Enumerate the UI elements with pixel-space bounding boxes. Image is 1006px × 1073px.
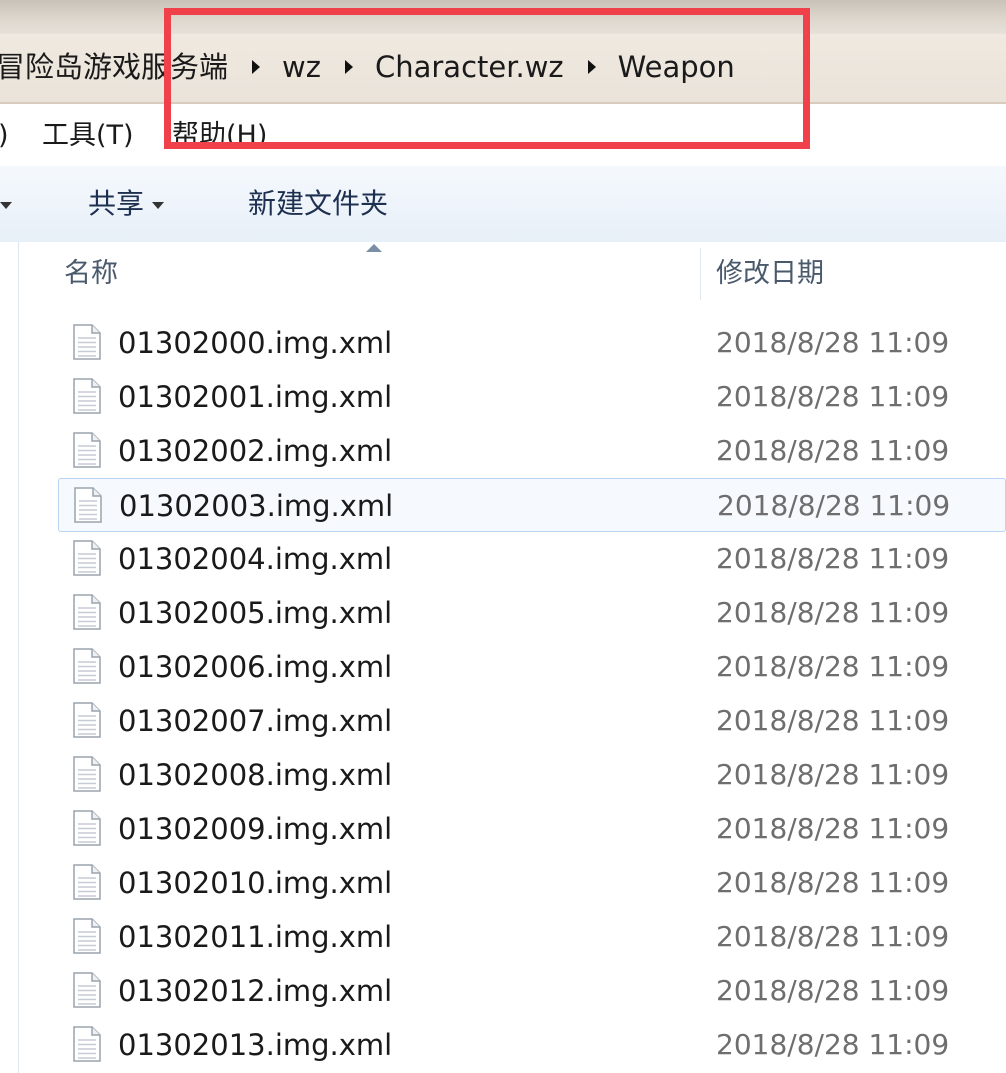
file-name: 01302013.img.xml — [118, 1028, 393, 1062]
file-modified-date: 2018/8/28 11:09 — [716, 704, 950, 737]
sort-ascending-icon — [366, 244, 382, 252]
file-row[interactable]: 01302000.img.xml 2018/8/28 11:09 — [58, 316, 1006, 370]
document-icon — [73, 487, 103, 523]
document-icon — [72, 648, 102, 684]
file-list-pane: 名称 修改日期 01302000.img.xml 2018/8/28 11:09 0… — [0, 242, 1006, 1073]
file-row[interactable]: 01302009.img.xml 2018/8/28 11:09 — [58, 802, 1006, 856]
breadcrumb-item-wz[interactable]: wz — [282, 47, 321, 87]
file-name: 01302003.img.xml — [119, 489, 394, 523]
chevron-right-icon[interactable] — [252, 60, 261, 74]
file-row[interactable]: 01302001.img.xml 2018/8/28 11:09 — [58, 370, 1006, 424]
document-icon — [72, 594, 102, 630]
file-name: 01302004.img.xml — [118, 542, 393, 576]
breadcrumb: 冒险岛游戏服务端 wz Character.wz Weapon — [0, 47, 735, 87]
file-modified-date: 2018/8/28 11:09 — [716, 812, 950, 845]
document-icon — [72, 432, 102, 468]
file-row[interactable]: 01302004.img.xml 2018/8/28 11:09 — [58, 532, 1006, 586]
file-row[interactable]: 01302003.img.xml 2018/8/28 11:09 — [58, 478, 1006, 532]
document-icon — [72, 378, 102, 414]
file-name: 01302005.img.xml — [118, 596, 393, 630]
breadcrumb-item-server[interactable]: 冒险岛游戏服务端 — [0, 47, 228, 87]
file-name: 01302008.img.xml — [118, 758, 393, 792]
breadcrumb-item-character-wz[interactable]: Character.wz — [375, 47, 564, 87]
file-modified-date: 2018/8/28 11:09 — [716, 596, 950, 629]
document-icon — [72, 324, 102, 360]
file-modified-date: 2018/8/28 11:09 — [716, 650, 950, 683]
menu-item-tools[interactable]: 工具(T) — [42, 118, 134, 154]
share-button[interactable]: 共享 — [88, 186, 165, 222]
file-row[interactable]: 01302012.img.xml 2018/8/28 11:09 — [58, 964, 1006, 1018]
chevron-down-icon — [152, 201, 165, 209]
file-row[interactable]: 01302007.img.xml 2018/8/28 11:09 — [58, 694, 1006, 748]
file-row[interactable]: 01302013.img.xml 2018/8/28 11:09 — [58, 1018, 1006, 1072]
file-name: 01302000.img.xml — [118, 326, 393, 360]
file-modified-date: 2018/8/28 11:09 — [716, 326, 950, 359]
menu-item-help[interactable]: 帮助(H) — [172, 118, 267, 154]
address-bar[interactable]: 冒险岛游戏服务端 wz Character.wz Weapon — [0, 34, 1006, 104]
file-row[interactable]: 01302010.img.xml 2018/8/28 11:09 — [58, 856, 1006, 910]
document-icon — [72, 540, 102, 576]
file-name: 01302002.img.xml — [118, 434, 393, 468]
share-button-label: 共享 — [88, 187, 145, 220]
document-icon — [72, 702, 102, 738]
file-name: 01302012.img.xml — [118, 974, 393, 1008]
title-strip — [0, 0, 1006, 34]
file-name: 01302010.img.xml — [118, 866, 393, 900]
file-name: 01302007.img.xml — [118, 704, 393, 738]
column-header-name[interactable]: 名称 — [64, 256, 118, 292]
file-name: 01302006.img.xml — [118, 650, 393, 684]
new-folder-button[interactable]: 新建文件夹 — [248, 186, 388, 222]
file-row[interactable]: 01302008.img.xml 2018/8/28 11:09 — [58, 748, 1006, 802]
file-name: 01302001.img.xml — [118, 380, 393, 414]
column-divider[interactable] — [700, 248, 701, 300]
document-icon — [72, 810, 102, 846]
document-icon — [72, 972, 102, 1008]
document-icon — [72, 756, 102, 792]
file-row[interactable]: 01302005.img.xml 2018/8/28 11:09 — [58, 586, 1006, 640]
file-name: 01302009.img.xml — [118, 812, 393, 846]
file-name: 01302011.img.xml — [118, 920, 393, 954]
file-modified-date: 2018/8/28 11:09 — [716, 380, 950, 413]
file-modified-date: 2018/8/28 11:09 — [716, 758, 950, 791]
chevron-right-icon[interactable] — [344, 60, 353, 74]
menu-bar: ) 工具(T) 帮助(H) — [0, 104, 1006, 167]
file-row[interactable]: 01302002.img.xml 2018/8/28 11:09 — [58, 424, 1006, 478]
file-modified-date: 2018/8/28 11:09 — [716, 866, 950, 899]
file-modified-date: 2018/8/28 11:09 — [716, 974, 950, 1007]
document-icon — [72, 864, 102, 900]
chevron-right-icon[interactable] — [587, 60, 596, 74]
column-header-modified[interactable]: 修改日期 — [716, 256, 824, 292]
file-modified-date: 2018/8/28 11:09 — [716, 434, 950, 467]
breadcrumb-item-weapon[interactable]: Weapon — [618, 47, 735, 87]
file-modified-date: 2018/8/28 11:09 — [716, 1028, 950, 1061]
navigation-pane-edge — [18, 242, 19, 1073]
chevron-down-icon[interactable] — [0, 202, 12, 209]
file-row[interactable]: 01302011.img.xml 2018/8/28 11:09 — [58, 910, 1006, 964]
document-icon — [72, 918, 102, 954]
menu-item-partial[interactable]: ) — [0, 118, 9, 154]
command-bar: 共享 新建文件夹 — [0, 166, 1006, 243]
file-modified-date: 2018/8/28 11:09 — [717, 489, 951, 522]
file-modified-date: 2018/8/28 11:09 — [716, 920, 950, 953]
file-list-header: 名称 修改日期 — [0, 242, 1006, 300]
document-icon — [72, 1026, 102, 1062]
file-row[interactable]: 01302006.img.xml 2018/8/28 11:09 — [58, 640, 1006, 694]
file-modified-date: 2018/8/28 11:09 — [716, 542, 950, 575]
